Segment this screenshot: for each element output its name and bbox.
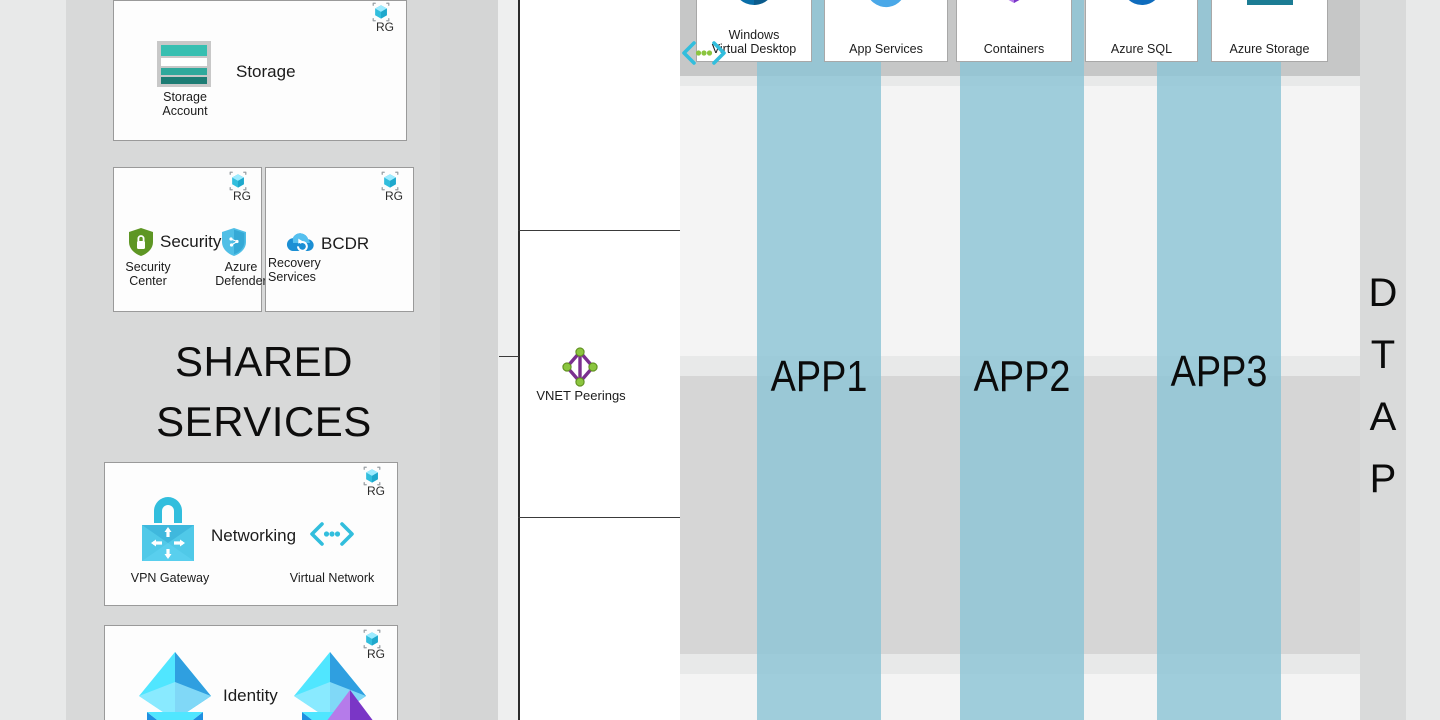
- service-card-containers[interactable]: Containers: [956, 0, 1072, 62]
- azure-defender-icon: [222, 228, 246, 256]
- shared-services-card-security[interactable]: RG Security Center Azure Defender Securi…: [113, 167, 267, 312]
- azure-storage-icon: [1246, 0, 1293, 5]
- service-card-azure-storage[interactable]: Azure Storage: [1211, 0, 1328, 62]
- security-center-label: Security Center: [125, 260, 171, 288]
- vnet-peering-panel: [518, 0, 680, 720]
- azure-sql-icon: [1120, 0, 1164, 7]
- dtap-label: D T A P: [1368, 271, 1398, 501]
- virtual-network-icon: [682, 40, 726, 66]
- security-center-icon: [129, 228, 153, 256]
- recovery-services-icon: [285, 230, 315, 254]
- storage-account-icon: [157, 41, 211, 87]
- storage-account-label: Storage Account: [162, 90, 208, 118]
- background-band-gap-2: [498, 0, 518, 720]
- service-card-app-services[interactable]: App Services: [824, 0, 948, 62]
- service-card-label: App Services: [849, 42, 923, 56]
- service-card-azure-sql[interactable]: Azure SQL: [1085, 0, 1198, 62]
- connector-left-stub: [499, 356, 519, 357]
- azure-ad-domain-services-icon: [290, 650, 376, 720]
- background-band-far-left: [0, 0, 66, 720]
- virtual-network-label: Virtual Network: [289, 571, 375, 585]
- service-card-label: Containers: [983, 42, 1045, 56]
- resource-group-label: RG: [367, 484, 385, 498]
- resource-group-badge: RG: [361, 465, 391, 497]
- resource-group-label: RG: [385, 189, 403, 203]
- vpn-gateway-label: VPN Gateway: [130, 571, 210, 585]
- shared-services-card-bcdr[interactable]: RG Recovery Services BCDR: [265, 167, 414, 312]
- vnet-peerings-icon: [562, 347, 598, 387]
- resource-group-badge: RG: [227, 170, 257, 202]
- storage-group-title: Storage: [236, 62, 296, 81]
- vpn-gateway-icon: [139, 493, 197, 565]
- service-card-label: Azure SQL: [1110, 42, 1173, 56]
- networking-group-title: Networking: [211, 526, 297, 545]
- resource-group-badge: RG: [370, 1, 400, 33]
- vnet-peerings-label: VNET Peerings: [536, 388, 626, 403]
- background-band-far-right: [1406, 0, 1440, 720]
- peering-panel-left-border: [518, 0, 520, 720]
- shared-services-card-storage[interactable]: RG Storage Account Storage: [113, 0, 407, 141]
- resource-group-label: RG: [376, 20, 394, 34]
- connector-top-horizontal: [518, 230, 680, 231]
- azure-active-directory-icon: [135, 650, 215, 720]
- security-group-title: Security: [160, 232, 222, 251]
- resource-group-badge: RG: [379, 170, 409, 202]
- identity-group-title: Identity: [223, 686, 278, 705]
- containers-icon: [992, 0, 1036, 7]
- app-column-label-app1: APP1: [770, 352, 868, 401]
- shared-services-card-networking[interactable]: RG VPN Gateway Virtual Network Networkin…: [104, 462, 398, 606]
- shared-services-heading: SHARED SERVICES: [156, 338, 372, 445]
- app-column-label-app3: APP3: [1170, 347, 1268, 396]
- virtual-network-icon: [310, 521, 354, 547]
- service-card-label: Azure Storage: [1229, 42, 1310, 56]
- bcdr-group-title: BCDR: [321, 234, 370, 253]
- connector-bottom-horizontal: [518, 517, 680, 518]
- windows-virtual-desktop-icon: [731, 0, 777, 7]
- architecture-diagram-canvas: RG Storage Account Storage RG Security C…: [0, 0, 1440, 720]
- app-services-icon: [864, 0, 908, 8]
- app-column-label-app2: APP2: [973, 352, 1071, 401]
- shared-services-card-identity[interactable]: RG Identity: [104, 625, 398, 720]
- recovery-services-label: Recovery Services: [268, 256, 321, 284]
- resource-group-label: RG: [233, 189, 251, 203]
